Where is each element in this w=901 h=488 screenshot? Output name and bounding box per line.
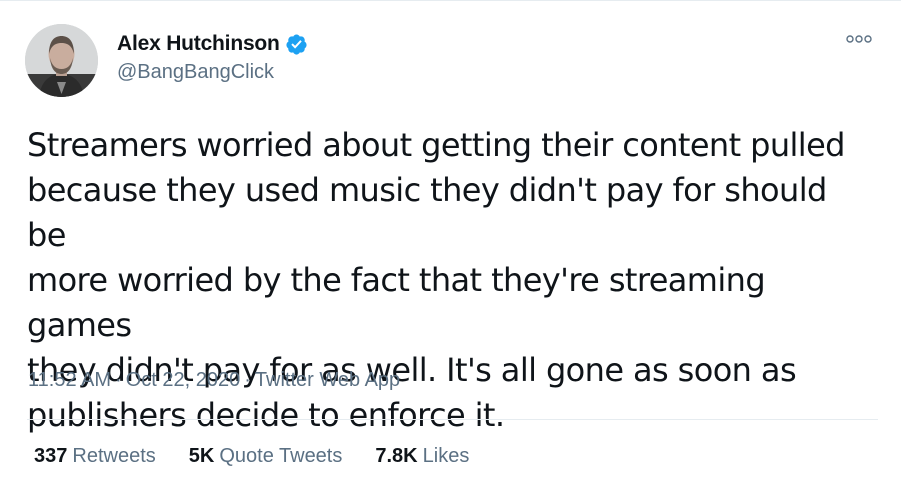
more-options-icon: [846, 35, 872, 43]
tweet-stats: 337 Retweets 5K Quote Tweets 7.8K Likes: [34, 445, 502, 468]
more-options-button[interactable]: [844, 29, 874, 49]
retweets-label: Retweets: [72, 445, 156, 467]
retweets-stat[interactable]: 337 Retweets: [34, 445, 156, 468]
quote-tweets-stat[interactable]: 5K Quote Tweets: [189, 445, 343, 468]
tweet-metadata: 11:52 AM · Oct 22, 2020 · Twitter Web App: [28, 369, 400, 392]
user-handle[interactable]: @BangBangClick: [117, 61, 274, 84]
likes-stat[interactable]: 7.8K Likes: [375, 445, 469, 468]
tweet-card: Alex Hutchinson @BangBangClick Streamers…: [0, 0, 901, 488]
retweets-count: 337: [34, 445, 68, 467]
separator: ·: [115, 369, 122, 391]
tweet-date[interactable]: Oct 22, 2020: [126, 369, 241, 391]
tweet-time[interactable]: 11:52 AM: [28, 369, 111, 391]
separator: ·: [244, 369, 251, 391]
quote-tweets-label: Quote Tweets: [219, 445, 343, 467]
verified-badge-icon: [285, 33, 308, 56]
quote-tweets-count: 5K: [188, 445, 215, 467]
tweet-source[interactable]: Twitter Web App: [255, 369, 400, 391]
likes-count: 7.8K: [375, 445, 418, 467]
avatar-image: [25, 24, 98, 97]
user-name-row[interactable]: Alex Hutchinson: [117, 30, 308, 58]
display-name[interactable]: Alex Hutchinson: [117, 32, 280, 56]
likes-label: Likes: [422, 445, 470, 467]
avatar[interactable]: [25, 24, 98, 97]
divider: [27, 419, 878, 420]
